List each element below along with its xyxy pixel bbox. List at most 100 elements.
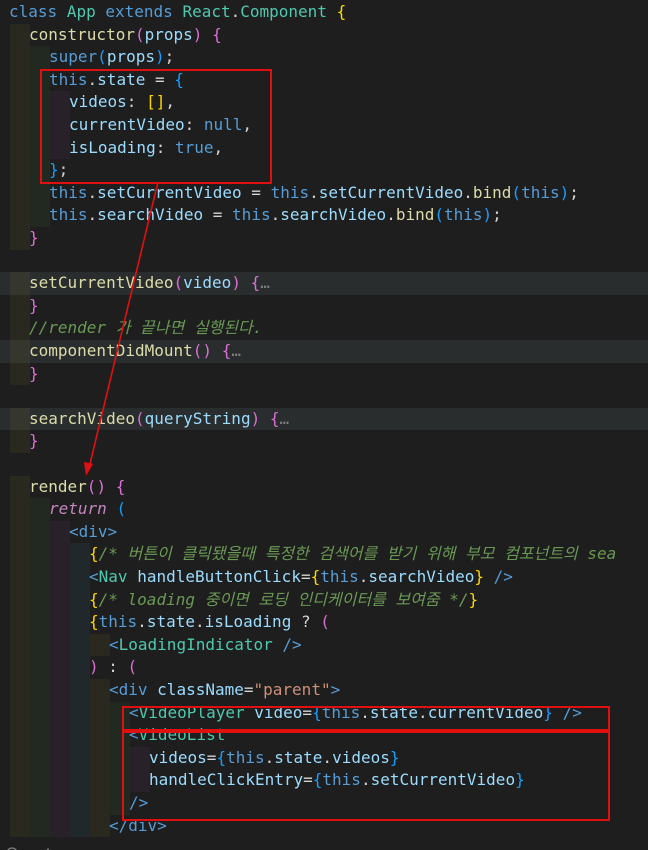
indent-guide [10, 520, 30, 544]
code-line[interactable]: <Nav handleButtonClick={this.searchVideo… [0, 566, 648, 589]
indent-guide [70, 701, 90, 725]
indent-guide [30, 746, 50, 770]
indent-guide [10, 227, 30, 250]
code-comment: /* loading 중이면 로딩 인디케이터를 보여줌 */ [98, 589, 469, 609]
indent-guide [30, 814, 50, 838]
code-line[interactable]: this.setCurrentVideo = this.setCurrentVi… [0, 181, 648, 205]
code-line[interactable]: } [0, 294, 648, 318]
code-line[interactable] [0, 453, 648, 476]
indent-guide [30, 543, 50, 566]
indent-guide [70, 566, 90, 589]
code-token: state [146, 612, 195, 632]
code-line[interactable]: <div className="parent"> [0, 679, 648, 702]
indent-guide [10, 724, 30, 747]
indent-guide [30, 701, 50, 725]
code-text: } [29, 363, 39, 386]
code-token: ) [192, 24, 203, 44]
indent-guide [10, 679, 30, 702]
code-line[interactable]: render() { [0, 475, 648, 499]
code-token: ( [86, 476, 97, 496]
code-text: componentDidMount() {… [29, 340, 241, 363]
code-text: } [29, 295, 39, 318]
code-token: ) [559, 182, 570, 202]
code-token: this [320, 567, 359, 586]
code-token: > [107, 521, 118, 541]
code-token: this [49, 182, 88, 202]
code-token: "parent" [253, 680, 331, 699]
code-line[interactable] [0, 250, 648, 273]
code-text: ) : ( [89, 656, 137, 679]
indent-guide [50, 520, 70, 544]
code-token: ) [482, 205, 493, 225]
code-token: ? [291, 612, 321, 632]
code-line[interactable]: componentDidMount() {… [0, 340, 648, 363]
indent-guide [30, 679, 50, 702]
code-line[interactable]: setCurrentVideo(video) {… [0, 272, 648, 295]
indent-guide [70, 656, 90, 679]
indent-guide [70, 611, 90, 634]
indent-guide [30, 792, 50, 815]
code-line[interactable]: <div> [0, 520, 648, 544]
code-token: extends [105, 2, 173, 21]
code-token: searchVideo [97, 205, 204, 225]
code-line[interactable]: {/* loading 중이면 로딩 인디케이터를 보여줌 */} [0, 588, 648, 612]
indent-guide [10, 294, 30, 318]
code-token: { [221, 341, 232, 360]
code-token: ) [202, 341, 213, 360]
code-token: . [358, 567, 369, 586]
indent-guide [70, 588, 90, 612]
indent-guide [70, 792, 90, 815]
code-text: class App extends React.Component { [9, 1, 346, 24]
code-token: . [386, 205, 396, 225]
code-line[interactable]: } [0, 362, 648, 386]
code-text: constructor(props) { [29, 24, 222, 47]
code-token: ( [173, 273, 184, 293]
code-token: componentDidMount [29, 341, 193, 360]
code-line[interactable]: ) : ( [0, 656, 648, 679]
code-line[interactable]: } [0, 430, 648, 453]
code-line[interactable]: <LoadingIndicator /> [0, 633, 648, 657]
code-line[interactable]: {this.state.isLoading ? ( [0, 611, 648, 634]
code-token: super [49, 47, 98, 67]
code-token: bind [472, 182, 512, 202]
code-token: . [309, 182, 319, 202]
indent-guide [30, 724, 50, 747]
code-token: ( [320, 612, 330, 632]
code-token: } [29, 363, 39, 383]
code-token: { [89, 612, 99, 632]
code-line[interactable] [0, 385, 648, 408]
indent-guide [50, 724, 70, 747]
code-editor[interactable]: class App extends React.Component {const… [0, 0, 648, 850]
code-line[interactable]: //render 가 끝나면 실행된다. [0, 317, 648, 340]
indent-guide [10, 204, 30, 227]
code-line[interactable]: super(props); [0, 46, 648, 69]
code-token: props [144, 24, 193, 44]
indent-guide [50, 633, 70, 657]
code-token: constructor [29, 24, 135, 44]
code-token: . [137, 612, 147, 632]
code-line[interactable]: constructor(props) { [0, 23, 648, 47]
code-token: ( [97, 47, 107, 67]
indent-guide [70, 724, 90, 747]
code-text: <Nav handleButtonClick={this.searchVideo… [89, 566, 513, 589]
code-line[interactable]: class App extends React.Component { [0, 1, 648, 24]
indent-guide [10, 68, 30, 92]
code-text: this.searchVideo = this.searchVideo.bind… [49, 204, 502, 227]
indent-guide [10, 136, 30, 160]
code-token: = [203, 205, 233, 225]
code-line[interactable]: {/* 버튼이 클릭됐을때 특정한 검색어를 받기 위해 부모 컴포넌트의 se… [0, 543, 648, 566]
code-line[interactable]: this.searchVideo = this.searchVideo.bind… [0, 204, 648, 227]
code-line[interactable]: searchVideo(queryString) {… [0, 407, 648, 431]
code-token: this [232, 205, 271, 225]
indent-guide [50, 588, 70, 612]
code-line[interactable]: return ( [0, 498, 648, 521]
code-text: <div> [69, 521, 117, 544]
code-token: queryString [144, 408, 251, 428]
code-line[interactable]: } [0, 227, 648, 250]
code-token: ( [134, 408, 145, 428]
code-text: {/* 버튼이 클릭됐을때 특정한 검색어를 받기 위해 부모 컴포넌트의 se… [89, 543, 616, 566]
